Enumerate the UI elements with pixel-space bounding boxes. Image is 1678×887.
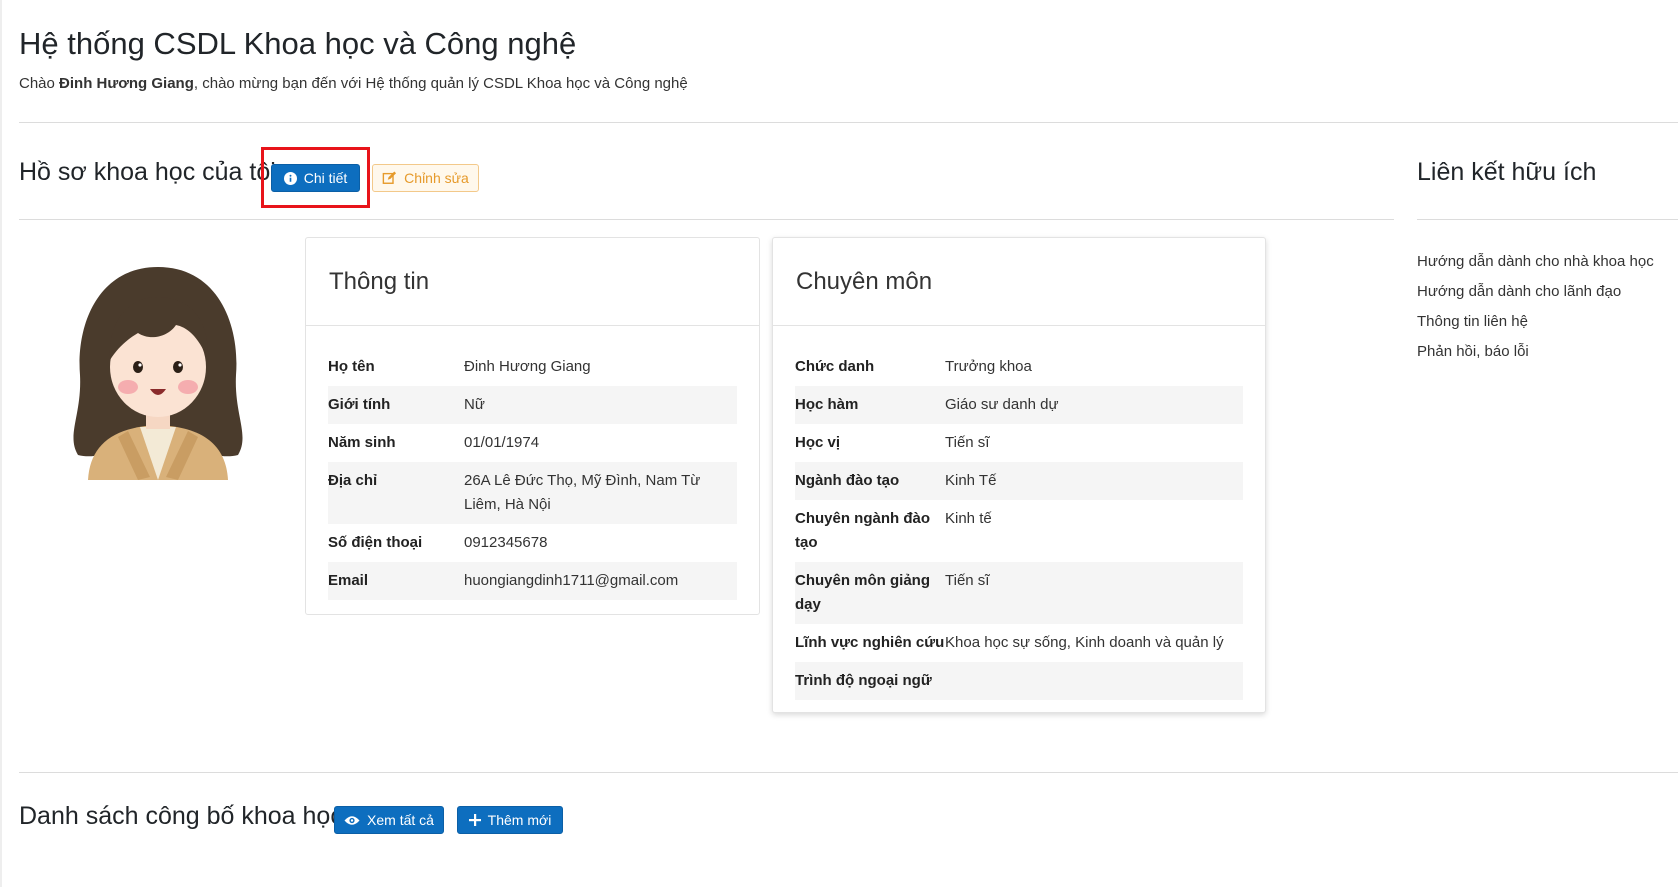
profile-divider xyxy=(19,219,1394,220)
info-label: Giới tính xyxy=(328,396,391,413)
useful-links-list: Hướng dẫn dành cho nhà khoa học Hướng dẫ… xyxy=(1417,247,1654,367)
edit-button[interactable]: Chỉnh sửa xyxy=(372,164,479,192)
view-all-button-label: Xem tất cả xyxy=(367,812,434,828)
expertise-label: Lĩnh vực nghiên cứu xyxy=(795,634,945,651)
info-label: Địa chỉ xyxy=(328,472,378,489)
info-row: Giới tính Nữ xyxy=(328,386,737,424)
info-row: Email huongiangdinh1711@gmail.com xyxy=(328,562,737,600)
expertise-value: Giáo sư danh dự xyxy=(945,396,1059,413)
link-guide-leader[interactable]: Hướng dẫn dành cho lãnh đạo xyxy=(1417,277,1654,307)
expertise-value: Khoa học sự sống, Kinh doanh và quản lý xyxy=(945,634,1224,651)
expertise-label: Học vị xyxy=(795,434,841,451)
link-feedback[interactable]: Phản hồi, báo lỗi xyxy=(1417,337,1654,367)
expertise-card-title: Chuyên môn xyxy=(773,238,1265,326)
info-value: 26A Lê Đức Thọ, Mỹ Đình, Nam Từ Liêm, Hà… xyxy=(464,472,701,513)
publications-section-title: Danh sách công bố khoa học xyxy=(19,802,343,830)
info-value: 0912345678 xyxy=(464,534,548,551)
info-label: Họ tên xyxy=(328,358,375,375)
useful-links-title: Liên kết hữu ích xyxy=(1417,158,1597,186)
info-label: Email xyxy=(328,572,369,589)
expertise-label: Chuyên môn giảng dạy xyxy=(795,572,930,613)
highlight-box xyxy=(261,147,370,208)
expertise-row: Học vị Tiến sĩ xyxy=(795,424,1243,462)
info-value: huongiangdinh1711@gmail.com xyxy=(464,572,679,589)
links-divider xyxy=(1417,219,1678,220)
expertise-value: Tiến sĩ xyxy=(945,572,990,589)
info-row: Địa chỉ 26A Lê Đức Thọ, Mỹ Đình, Nam Từ L… xyxy=(328,462,737,524)
expertise-row: Trình độ ngoại ngữ xyxy=(795,662,1243,700)
expertise-row: Ngành đào tạo Kinh Tế xyxy=(795,462,1243,500)
publications-divider xyxy=(19,772,1678,773)
avatar xyxy=(58,267,258,480)
info-card: Thông tin Họ tên Đinh Hương Giang Giới tí… xyxy=(305,237,760,615)
edit-button-label: Chỉnh sửa xyxy=(404,170,469,186)
expertise-row: Chức danh Trưởng khoa xyxy=(795,348,1243,386)
expertise-value: Tiến sĩ xyxy=(945,434,990,451)
expertise-label: Ngành đào tạo xyxy=(795,472,900,489)
plus-icon xyxy=(468,814,481,826)
link-contact-info[interactable]: Thông tin liên hệ xyxy=(1417,307,1654,337)
left-border xyxy=(0,0,2,887)
expertise-label: Học hàm xyxy=(795,396,859,413)
expertise-value: Kinh Tế xyxy=(945,472,997,489)
header-divider xyxy=(19,122,1678,123)
welcome-suffix: , chào mừng bạn đến với Hệ thống quản lý… xyxy=(193,75,688,92)
info-row: Số điện thoại 0912345678 xyxy=(328,524,737,562)
edit-icon xyxy=(382,171,397,184)
add-new-button[interactable]: Thêm mới xyxy=(457,806,563,834)
expertise-card-body: Chức danh Trưởng khoa Học hàm Giáo sư danh… xyxy=(773,326,1265,700)
add-new-button-label: Thêm mới xyxy=(487,812,552,828)
eye-icon xyxy=(344,815,360,825)
expertise-card: Chuyên môn Chức danh Trưởng khoa Học hàm G… xyxy=(772,237,1266,713)
expertise-value: Trưởng khoa xyxy=(945,358,1032,375)
expertise-row: Học hàm Giáo sư danh dự xyxy=(795,386,1243,424)
info-label: Năm sinh xyxy=(328,434,396,451)
info-card-title: Thông tin xyxy=(306,238,759,326)
expertise-row: Chuyên môn giảng dạy Tiến sĩ xyxy=(795,562,1243,624)
expertise-label: Chức danh xyxy=(795,358,875,375)
view-all-button[interactable]: Xem tất cả xyxy=(334,806,444,834)
info-row: Họ tên Đinh Hương Giang xyxy=(328,348,737,386)
info-label: Số điện thoại xyxy=(328,534,423,551)
info-value: Nữ xyxy=(464,396,485,413)
info-card-body: Họ tên Đinh Hương Giang Giới tính Nữ Năm s… xyxy=(306,326,759,600)
info-value: 01/01/1974 xyxy=(464,434,540,451)
link-guide-scientist[interactable]: Hướng dẫn dành cho nhà khoa học xyxy=(1417,247,1654,277)
expertise-value: Kinh tế xyxy=(945,510,992,527)
page-title: Hệ thống CSDL Khoa học và Công nghệ xyxy=(19,26,577,61)
welcome-prefix: Chào xyxy=(19,75,60,92)
info-row: Năm sinh 01/01/1974 xyxy=(328,424,737,462)
user-name: Đinh Hương Giang xyxy=(59,75,194,92)
profile-section-title: Hồ sơ khoa học của tôi xyxy=(19,158,276,186)
info-value: Đinh Hương Giang xyxy=(464,358,591,375)
expertise-row: Chuyên ngành đào tạo Kinh tế xyxy=(795,500,1243,562)
expertise-label: Chuyên ngành đào tạo xyxy=(795,510,930,551)
expertise-label: Trình độ ngoại ngữ xyxy=(795,672,932,689)
welcome-message: Chào Đinh Hương Giang, chào mừng bạn đến… xyxy=(19,75,688,92)
expertise-row: Lĩnh vực nghiên cứu Khoa học sự sống, Kin… xyxy=(795,624,1243,662)
